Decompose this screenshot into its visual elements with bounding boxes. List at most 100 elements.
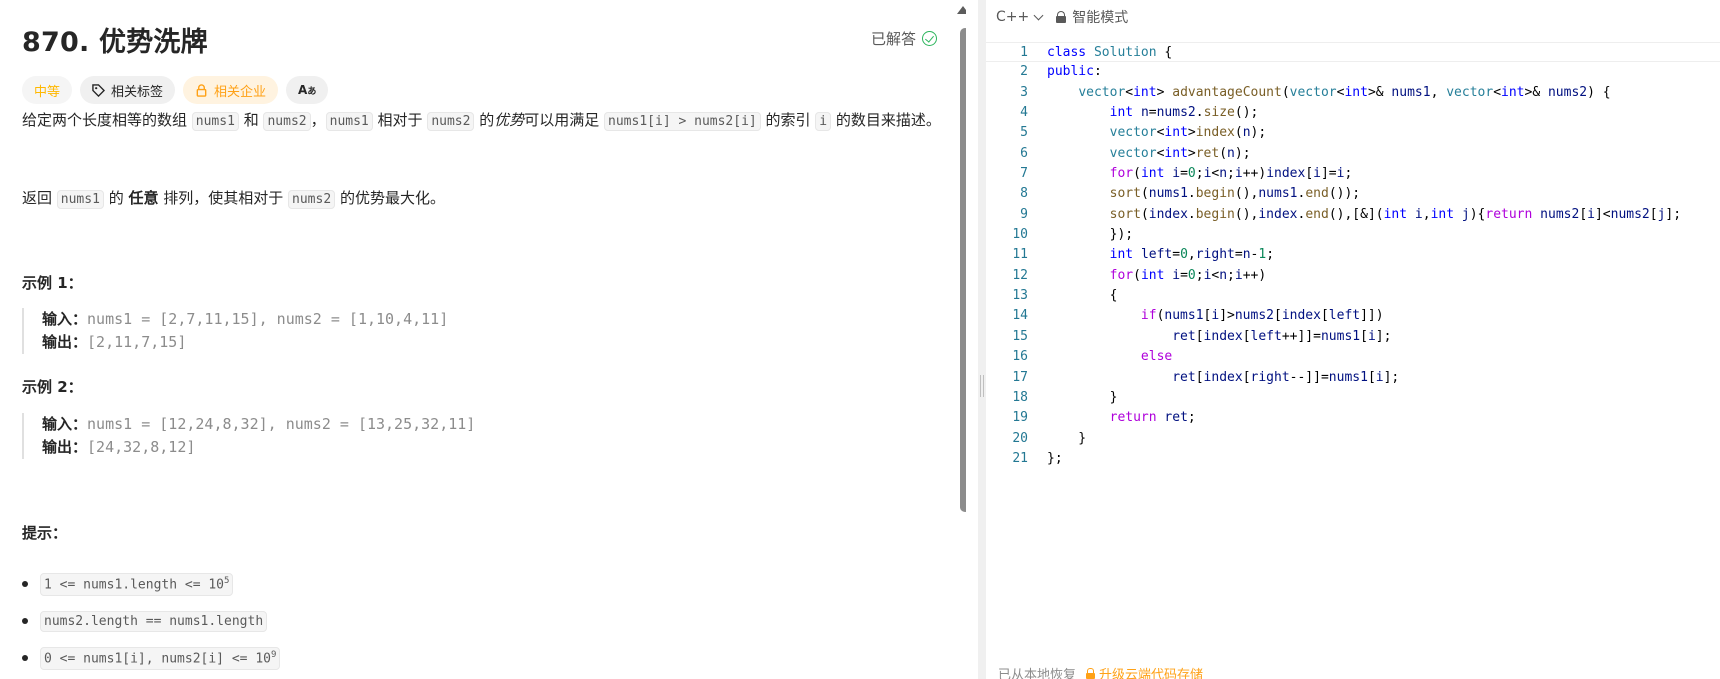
code-line[interactable]: 7 for(int i=0;i<n;i++)index[i]=i;: [986, 164, 1720, 184]
code-text: if(nums1[i]>nums2[index[left]]): [1140, 308, 1384, 324]
example-2-heading: 示例 2：: [22, 378, 83, 396]
constraint-code: 0 <= nums1[i], nums2[i] <= 109: [40, 647, 281, 670]
code-text: }: [1047, 430, 1087, 446]
example-1-block: 输入：nums1 = [2,7,11,15], nums2 = [1,10,4,…: [22, 308, 448, 354]
desc-text: 的索引: [760, 111, 816, 129]
code-text: vector<int> advantageCount(vector<int>& …: [1078, 84, 1611, 100]
code-line[interactable]: 12 for(int i=0;i<n;i++): [986, 266, 1720, 286]
code-text: sort(index.begin(),index.end(),[&](int i…: [1109, 206, 1682, 222]
line-number: 5: [1020, 125, 1028, 141]
code-text: {: [1047, 288, 1118, 304]
constraint-code: nums2.length == nums1.length: [40, 611, 268, 632]
upgrade-cloud-storage-link[interactable]: 升级云端代码存储: [1086, 664, 1203, 679]
code-text: else: [1140, 349, 1173, 365]
editor-footer: 已从本地恢复 升级云端代码存储: [998, 664, 1203, 679]
restore-status: 已从本地恢复: [998, 668, 1077, 679]
translate-button[interactable]: Aあ: [286, 76, 329, 104]
code-line[interactable]: 14 if(nums1[i]>nums2[index[left]]): [986, 306, 1720, 326]
desc-text: 的优势最大化。: [335, 189, 445, 207]
inline-code: nums1: [191, 112, 239, 131]
code-text: vector<int>index(n);: [1109, 125, 1267, 141]
code-line[interactable]: 21};: [986, 449, 1720, 469]
code-line[interactable]: 15 ret[index[left++]]=nums1[i];: [986, 327, 1720, 347]
difficulty-label: 中等: [34, 84, 61, 100]
list-item: 0 <= nums1[i], nums2[i] <= 109: [22, 640, 281, 677]
lock-icon: [1086, 668, 1096, 679]
code-text: sort(nums1.begin(),nums1.end());: [1109, 186, 1361, 202]
hints-heading: 提示：: [22, 524, 68, 542]
smart-mode-indicator[interactable]: 智能模式: [1056, 7, 1128, 27]
upgrade-label: 升级云端代码存储: [1099, 668, 1204, 679]
line-number: 3: [1020, 84, 1028, 100]
line-number: 1: [1020, 45, 1028, 60]
mode-label: 智能模式: [1072, 10, 1129, 26]
translate-icon: Aあ: [298, 83, 317, 97]
solved-status-label: 已解答: [871, 30, 917, 48]
code-line[interactable]: 2 public:: [986, 62, 1720, 82]
drag-handle-icon[interactable]: [980, 375, 984, 397]
code-line[interactable]: 20 }: [986, 429, 1720, 449]
emphasis-text: 优势: [494, 111, 525, 129]
code-text: };: [1047, 450, 1063, 466]
code-line[interactable]: 4 int n=nums2.size();: [986, 103, 1720, 123]
desc-text: 排列，使其相对于: [158, 189, 289, 207]
example-2-block: 输入：nums1 = [12,24,8,32], nums2 = [13,25,…: [22, 413, 475, 459]
language-selector[interactable]: C++: [996, 9, 1044, 25]
tag-icon: [92, 83, 106, 97]
desc-text: 相对于: [372, 111, 428, 129]
line-number: 20: [1012, 430, 1028, 446]
inline-code: nums2: [427, 112, 475, 131]
code-line[interactable]: 13 {: [986, 286, 1720, 306]
desc-text: 和: [238, 111, 264, 129]
input-label: 输入：: [42, 415, 88, 433]
line-number: 19: [1012, 410, 1028, 426]
line-number: 13: [1012, 288, 1028, 304]
code-line[interactable]: 1 class Solution {: [986, 42, 1720, 63]
scrollbar-thumb[interactable]: [960, 28, 966, 512]
example-input: nums1 = [12,24,8,32], nums2 = [13,25,32,…: [87, 415, 476, 433]
related-companies-button[interactable]: 相关企业: [183, 76, 279, 104]
panel-resize-divider[interactable]: [978, 0, 986, 679]
input-label: 输入：: [42, 310, 88, 328]
line-number: 16: [1012, 349, 1028, 365]
code-text: return ret;: [1109, 410, 1196, 426]
desc-text: 的数目来描述。: [831, 111, 941, 129]
inline-code: nums2: [288, 190, 336, 209]
code-line[interactable]: 16 else: [986, 347, 1720, 367]
desc-text: 的: [474, 111, 495, 129]
code-line[interactable]: 8 sort(nums1.begin(),nums1.end());: [986, 184, 1720, 204]
code-line[interactable]: 19 return ret;: [986, 408, 1720, 428]
lock-icon: [196, 83, 207, 97]
code-editor-panel: C++ 智能模式 1 class Solution { 2 public: 3 ve…: [986, 0, 1720, 679]
code-editor[interactable]: 1 class Solution { 2 public: 3 vector<int>…: [986, 42, 1720, 469]
problem-tags: 中等 相关标签 相关企业 Aあ: [22, 76, 329, 104]
code-line[interactable]: 10 });: [986, 225, 1720, 245]
code-text: public:: [1047, 64, 1102, 80]
problem-description-panel: 870. 优势洗牌 已解答 中等 相关标签 相关企业 Aあ 给定两个长度相等的数…: [0, 0, 966, 679]
constraint-code: 1 <= nums1.length <= 105: [40, 573, 234, 596]
code-line[interactable]: 11 int left=0,right=n-1;: [986, 245, 1720, 265]
scroll-up-arrow-icon[interactable]: [957, 6, 966, 14]
code-text: for(int i=0;i<n;i++): [1109, 267, 1267, 283]
code-line[interactable]: 5 vector<int>index(n);: [986, 123, 1720, 143]
line-number: 18: [1012, 389, 1028, 405]
code-line[interactable]: 3 vector<int> advantageCount(vector<int>…: [986, 83, 1720, 103]
line-number: 14: [1012, 308, 1028, 324]
code-line[interactable]: 18 }: [986, 388, 1720, 408]
list-item: 1 <= nums1.length <= 105: [22, 566, 280, 603]
chevron-down-icon: [1033, 10, 1044, 20]
code-line[interactable]: 6 vector<int>ret(n);: [986, 144, 1720, 164]
related-tags-button[interactable]: 相关标签: [80, 76, 176, 104]
inline-code: nums2: [263, 112, 311, 131]
example-output: [24,32,8,12]: [87, 438, 196, 456]
line-number: 7: [1020, 166, 1028, 182]
output-label: 输出：: [42, 333, 88, 351]
inline-code: nums1: [325, 112, 373, 131]
line-number: 6: [1020, 145, 1028, 161]
check-circle-icon: [922, 31, 938, 46]
solved-status: 已解答: [871, 28, 938, 49]
code-text: vector<int>ret(n);: [1109, 145, 1251, 161]
code-line[interactable]: 17 ret[index[right--]]=nums1[i];: [986, 368, 1720, 388]
code-line[interactable]: 9 sort(index.begin(),index.end(),[&](int…: [986, 205, 1720, 225]
output-label: 输出：: [42, 438, 88, 456]
